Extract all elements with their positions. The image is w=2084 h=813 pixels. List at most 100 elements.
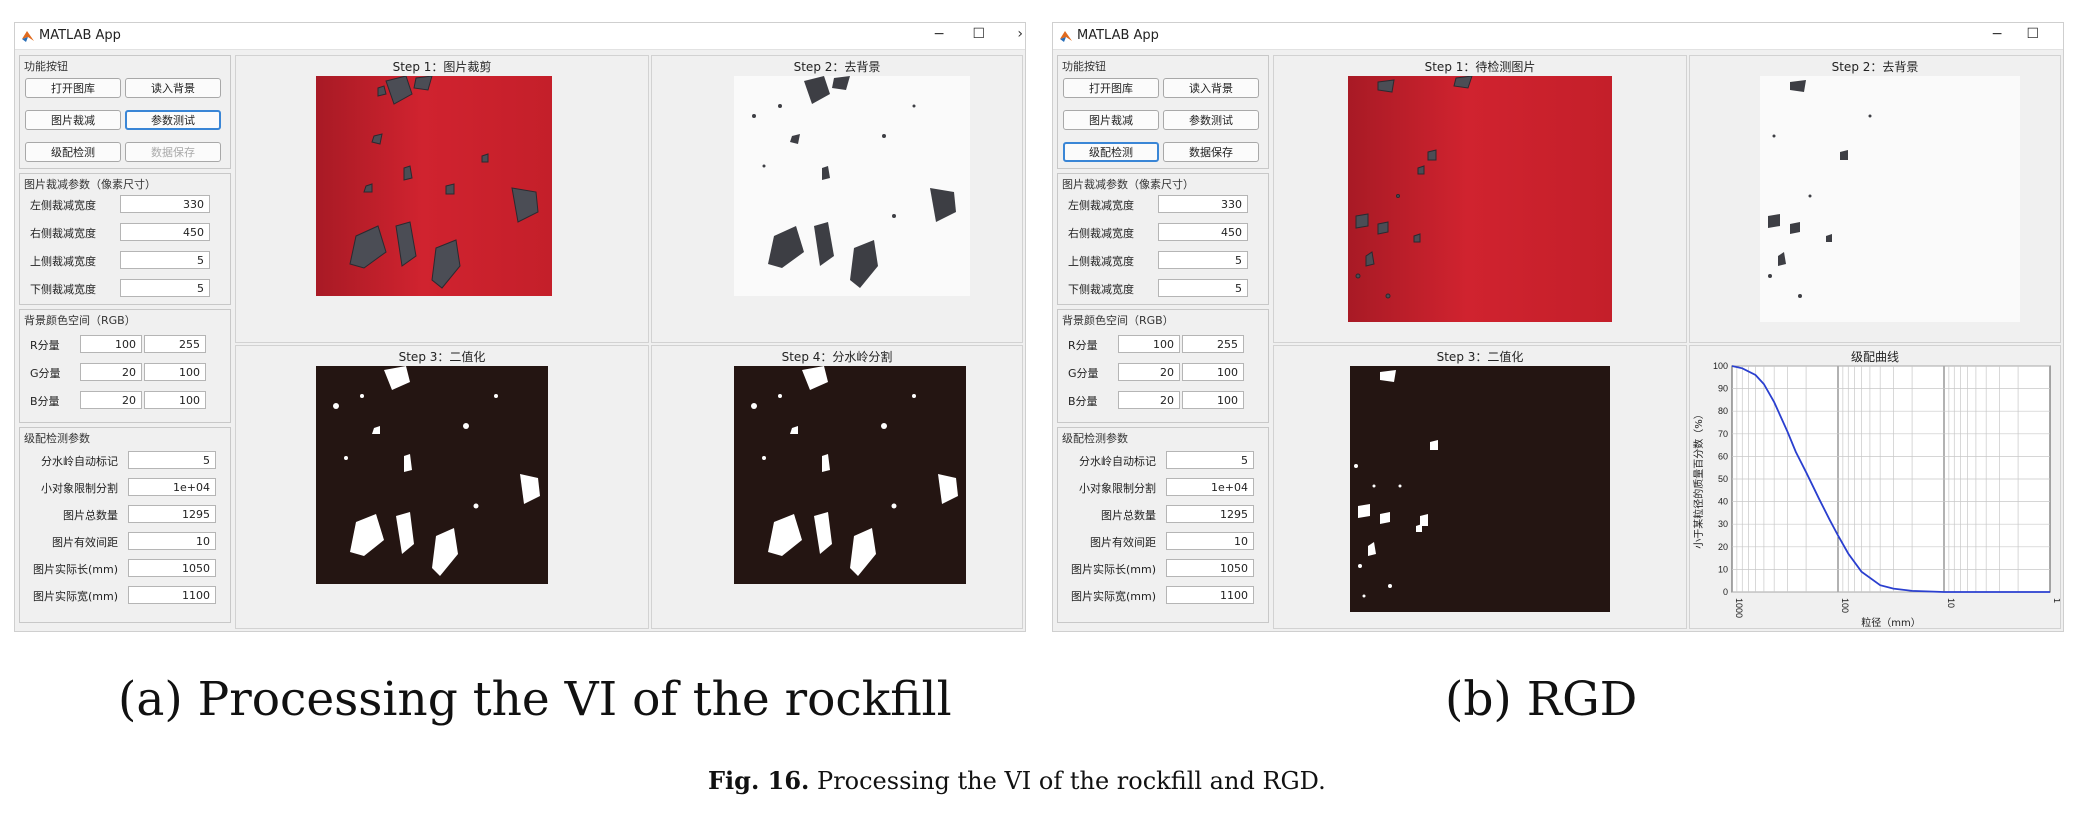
window-title: MATLAB App — [1077, 28, 1159, 43]
crop-bottom-label: 下侧裁减宽度 — [30, 283, 96, 296]
image-width-field[interactable]: 1100 — [128, 586, 216, 604]
r-min-field[interactable]: 100 — [80, 335, 142, 353]
y-tick-label: 80 — [1718, 406, 1728, 416]
step3-title: Step 3：二值化 — [398, 350, 486, 364]
crop-top-field[interactable]: 5 — [120, 251, 210, 269]
small-object-field[interactable]: 1e+04 — [1166, 478, 1254, 496]
b-label: B分量 — [1068, 395, 1098, 408]
b-max-field[interactable]: 100 — [144, 391, 206, 409]
title-bar: MATLAB App − ☐ — [1053, 23, 2063, 50]
grading-label-5: 图片实际长(mm) — [32, 563, 118, 576]
read-background-button[interactable]: 读入背景 — [125, 78, 221, 98]
open-gallery-button[interactable]: 打开图库 — [25, 78, 121, 98]
crop-left-field[interactable]: 330 — [120, 195, 210, 213]
grading-label-5: 图片实际长(mm) — [1070, 563, 1156, 576]
y-axis-label: 小于某粒径的质量百分数（%） — [1692, 409, 1705, 549]
save-data-button[interactable]: 数据保存 — [1163, 142, 1259, 162]
r-min-field[interactable]: 100 — [1118, 335, 1180, 353]
binarized-image — [1350, 366, 1610, 612]
grading-detect-button[interactable]: 级配检测 — [1063, 142, 1159, 162]
background-removed-image — [1760, 76, 2020, 322]
g-max-field[interactable]: 100 — [144, 363, 206, 381]
g-min-field[interactable]: 20 — [80, 363, 142, 381]
axes-step1: Step 1：待检测图片 — [1273, 55, 1687, 343]
matlab-logo-icon — [22, 31, 34, 42]
image-length-field[interactable]: 1050 — [128, 559, 216, 577]
image-spacing-field[interactable]: 10 — [128, 532, 216, 550]
crop-params-group: 图片裁减参数（像素尺寸） 左侧裁减宽度 330 右侧裁减宽度 450 上侧裁减宽… — [1057, 173, 1269, 305]
y-tick-label: 0 — [1723, 587, 1728, 597]
g-max-field[interactable]: 100 — [1182, 363, 1244, 381]
grading-label-4: 图片有效间距 — [1090, 536, 1156, 549]
y-tick-label: 90 — [1718, 384, 1728, 394]
crop-right-field[interactable]: 450 — [1158, 223, 1248, 241]
image-width-field[interactable]: 1100 — [1166, 586, 1254, 604]
crop-image-button[interactable]: 图片裁减 — [1063, 110, 1159, 130]
crop-group-title: 图片裁减参数（像素尺寸） — [1062, 178, 1194, 191]
watershed-marker-field[interactable]: 5 — [1166, 451, 1254, 469]
axes-step1: Step 1：图片裁剪 — [235, 55, 649, 343]
crop-right-label: 右侧裁减宽度 — [1068, 227, 1134, 240]
maximize-icon[interactable]: ☐ — [2026, 26, 2039, 42]
b-max-field[interactable]: 100 — [1182, 391, 1244, 409]
y-tick-label: 30 — [1718, 519, 1728, 529]
r-max-field[interactable]: 255 — [1182, 335, 1244, 353]
crop-image-button[interactable]: 图片裁减 — [25, 110, 121, 130]
grading-group-title: 级配检测参数 — [1062, 432, 1128, 445]
matlab-app-window-b: MATLAB App − ☐ 功能按钮 打开图库 读入背景 图片裁减 参数测试 … — [1052, 22, 2064, 632]
image-count-field[interactable]: 1295 — [128, 505, 216, 523]
grading-label-4: 图片有效间距 — [52, 536, 118, 549]
image-spacing-field[interactable]: 10 — [1166, 532, 1254, 550]
step1-title: Step 1：待检测图片 — [1424, 60, 1536, 74]
axes-step4: Step 4：分水岭分割 — [651, 345, 1023, 629]
minimize-icon[interactable]: − — [933, 26, 945, 42]
step3-title: Step 3：二值化 — [1436, 350, 1524, 364]
color-space-group: 背景颜色空间（RGB） R分量 100 255 G分量 20 100 B分量 2… — [19, 309, 231, 423]
grading-group-title: 级配检测参数 — [24, 432, 90, 445]
crop-params-group: 图片裁减参数（像素尺寸） 左侧裁减宽度 330 右侧裁减宽度 450 上侧裁减宽… — [19, 173, 231, 305]
functions-group-title: 功能按钮 — [1062, 60, 1106, 73]
step1-title: Step 1：图片裁剪 — [392, 60, 492, 74]
x-axis-label: 粒径（mm） — [1861, 616, 1920, 628]
image-length-field[interactable]: 1050 — [1166, 559, 1254, 577]
axes-step3: Step 3：二值化 — [1273, 345, 1687, 629]
image-count-field[interactable]: 1295 — [1166, 505, 1254, 523]
y-tick-label: 60 — [1718, 451, 1728, 461]
read-background-button[interactable]: 读入背景 — [1163, 78, 1259, 98]
color-group-title: 背景颜色空间（RGB） — [1062, 314, 1174, 327]
open-gallery-button[interactable]: 打开图库 — [1063, 78, 1159, 98]
x-tick-label: 1000 — [1734, 598, 1744, 618]
crop-bottom-field[interactable]: 5 — [120, 279, 210, 297]
y-tick-label: 20 — [1718, 542, 1728, 552]
figure-caption: Fig. 16. Processing the VI of the rockfi… — [708, 766, 1326, 795]
watershed-image — [734, 366, 966, 584]
maximize-icon[interactable]: ☐ — [972, 26, 985, 42]
y-tick-label: 70 — [1718, 429, 1728, 439]
test-image — [1348, 76, 1612, 322]
step2-title: Step 2：去背景 — [793, 60, 881, 74]
color-space-group: 背景颜色空间（RGB） R分量 100 255 G分量 20 100 B分量 2… — [1057, 309, 1269, 423]
b-min-field[interactable]: 20 — [80, 391, 142, 409]
r-max-field[interactable]: 255 — [144, 335, 206, 353]
y-tick-label: 50 — [1718, 474, 1728, 484]
grading-detect-button[interactable]: 级配检测 — [25, 142, 121, 162]
save-data-button[interactable]: 数据保存 — [125, 142, 221, 162]
param-test-button[interactable]: 参数测试 — [1163, 110, 1259, 130]
grading-params-group: 级配检测参数 分水岭自动标记 5 小对象限制分割 1e+04 图片总数量 129… — [1057, 427, 1269, 623]
crop-right-field[interactable]: 450 — [120, 223, 210, 241]
grading-label-6: 图片实际宽(mm) — [1070, 590, 1156, 603]
watershed-marker-field[interactable]: 5 — [128, 451, 216, 469]
cropped-rockfill-image — [316, 76, 552, 296]
grading-label-2: 小对象限制分割 — [1079, 482, 1156, 495]
crop-top-field[interactable]: 5 — [1158, 251, 1248, 269]
crop-left-field[interactable]: 330 — [1158, 195, 1248, 213]
b-min-field[interactable]: 20 — [1118, 391, 1180, 409]
small-object-field[interactable]: 1e+04 — [128, 478, 216, 496]
crop-bottom-field[interactable]: 5 — [1158, 279, 1248, 297]
y-tick-label: 10 — [1718, 564, 1728, 574]
param-test-button[interactable]: 参数测试 — [125, 110, 221, 130]
g-min-field[interactable]: 20 — [1118, 363, 1180, 381]
grading-label-2: 小对象限制分割 — [41, 482, 118, 495]
close-icon[interactable]: › — [1017, 26, 1023, 42]
minimize-icon[interactable]: − — [1991, 26, 2003, 42]
